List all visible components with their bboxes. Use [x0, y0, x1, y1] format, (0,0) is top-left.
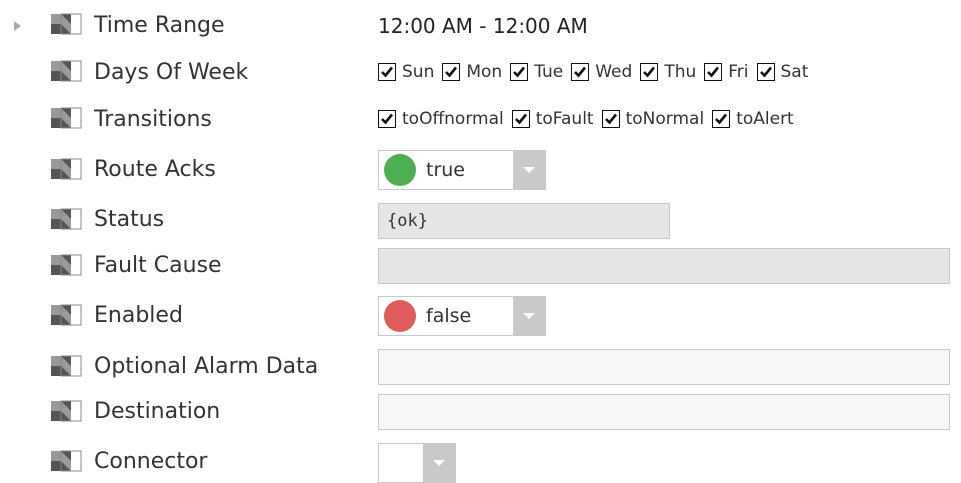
- time-range-value[interactable]: 12:00 AM - 12:00 AM: [378, 14, 588, 38]
- route-acks-dropdown[interactable]: true: [378, 150, 546, 190]
- day-checkbox-sun[interactable]: Sun: [378, 62, 434, 82]
- property-slot-icon: [51, 208, 82, 230]
- property-label: Optional Alarm Data: [94, 354, 319, 379]
- transitions-checkboxes: toOffnormal toFault toNormal toAlert: [378, 109, 802, 129]
- property-row-days-of-week: Days Of Week Sun Mon Tue Wed Thu Fri Sat: [0, 55, 961, 91]
- property-slot-icon: [51, 158, 82, 180]
- property-slot-icon: [51, 254, 82, 276]
- checkbox-label: toOffnormal: [402, 109, 504, 129]
- property-slot-icon: [51, 304, 82, 326]
- property-row-optional-alarm-data: Optional Alarm Data: [0, 346, 961, 388]
- property-label: Enabled: [94, 303, 183, 328]
- checkbox-checked-icon[interactable]: [442, 63, 461, 81]
- expand-arrow-icon[interactable]: [14, 21, 21, 31]
- property-label: Destination: [94, 399, 221, 424]
- optional-alarm-data-field[interactable]: [378, 349, 950, 385]
- property-row-time-range: Time Range 12:00 AM - 12:00 AM: [0, 8, 961, 44]
- transition-checkbox-toalert[interactable]: toAlert: [712, 109, 794, 129]
- day-checkbox-tue[interactable]: Tue: [510, 62, 563, 82]
- checkbox-label: Tue: [534, 62, 564, 82]
- days-of-week-checkboxes: Sun Mon Tue Wed Thu Fri Sat: [378, 62, 808, 82]
- checkbox-checked-icon[interactable]: [640, 63, 659, 81]
- destination-field[interactable]: [378, 394, 950, 430]
- property-label: Days Of Week: [94, 60, 249, 85]
- checkbox-label: Thu: [664, 62, 697, 82]
- checkbox-label: toAlert: [736, 109, 794, 129]
- checkbox-checked-icon[interactable]: [571, 63, 590, 81]
- property-row-route-acks: Route Acks true: [0, 148, 961, 192]
- checkbox-checked-icon[interactable]: [704, 63, 723, 81]
- checkbox-label: Sat: [780, 62, 809, 82]
- day-checkbox-wed[interactable]: Wed: [571, 62, 632, 82]
- checkbox-label: Fri: [728, 62, 749, 82]
- checkbox-label: Mon: [466, 62, 503, 82]
- status-field: {ok}: [378, 203, 670, 239]
- property-row-enabled: Enabled false: [0, 294, 961, 338]
- checkbox-checked-icon[interactable]: [378, 110, 396, 128]
- day-checkbox-fri[interactable]: Fri: [704, 62, 749, 82]
- property-label: Time Range: [94, 13, 225, 38]
- enabled-dropdown[interactable]: false: [378, 296, 546, 336]
- chevron-down-icon[interactable]: [423, 444, 455, 482]
- checkbox-label: toNormal: [625, 109, 705, 129]
- property-label: Fault Cause: [94, 253, 222, 278]
- checkbox-label: Wed: [595, 62, 633, 82]
- checkbox-checked-icon[interactable]: [601, 110, 620, 128]
- dropdown-value: false: [426, 305, 472, 327]
- checkbox-checked-icon[interactable]: [712, 110, 731, 128]
- property-slot-icon: [51, 60, 82, 82]
- property-row-status: Status {ok}: [0, 200, 961, 240]
- property-label: Transitions: [94, 107, 212, 132]
- property-row-transitions: Transitions toOffnormal toFault toNormal…: [0, 102, 961, 138]
- checkbox-checked-icon[interactable]: [378, 63, 396, 81]
- day-checkbox-thu[interactable]: Thu: [640, 62, 696, 82]
- day-checkbox-mon[interactable]: Mon: [442, 62, 502, 82]
- dropdown-value: true: [426, 159, 465, 181]
- status-indicator-dot: [384, 300, 416, 332]
- property-slot-icon: [51, 13, 82, 35]
- property-row-connector: Connector: [0, 440, 961, 483]
- transition-checkbox-tonormal[interactable]: toNormal: [601, 109, 705, 129]
- transition-checkbox-tooffnormal[interactable]: toOffnormal: [378, 109, 504, 129]
- transition-checkbox-tofault[interactable]: toFault: [511, 109, 594, 129]
- checkbox-label: toFault: [535, 109, 594, 129]
- property-slot-icon: [51, 400, 82, 422]
- checkbox-label: Sun: [402, 62, 435, 82]
- checkbox-checked-icon[interactable]: [511, 110, 530, 128]
- property-slot-icon: [51, 450, 82, 472]
- property-row-fault-cause: Fault Cause: [0, 246, 961, 286]
- chevron-down-icon[interactable]: [513, 151, 545, 189]
- checkbox-checked-icon[interactable]: [510, 63, 529, 81]
- property-row-destination: Destination: [0, 392, 961, 434]
- day-checkbox-sat[interactable]: Sat: [756, 62, 809, 82]
- property-label: Connector: [94, 449, 208, 474]
- status-indicator-dot: [384, 154, 416, 186]
- fault-cause-field: [378, 248, 950, 284]
- property-slot-icon: [51, 355, 82, 377]
- connector-dropdown[interactable]: [378, 443, 456, 483]
- property-label: Status: [94, 207, 165, 232]
- chevron-down-icon[interactable]: [513, 297, 545, 335]
- checkbox-checked-icon[interactable]: [756, 63, 775, 81]
- property-label: Route Acks: [94, 157, 216, 182]
- property-slot-icon: [51, 107, 82, 129]
